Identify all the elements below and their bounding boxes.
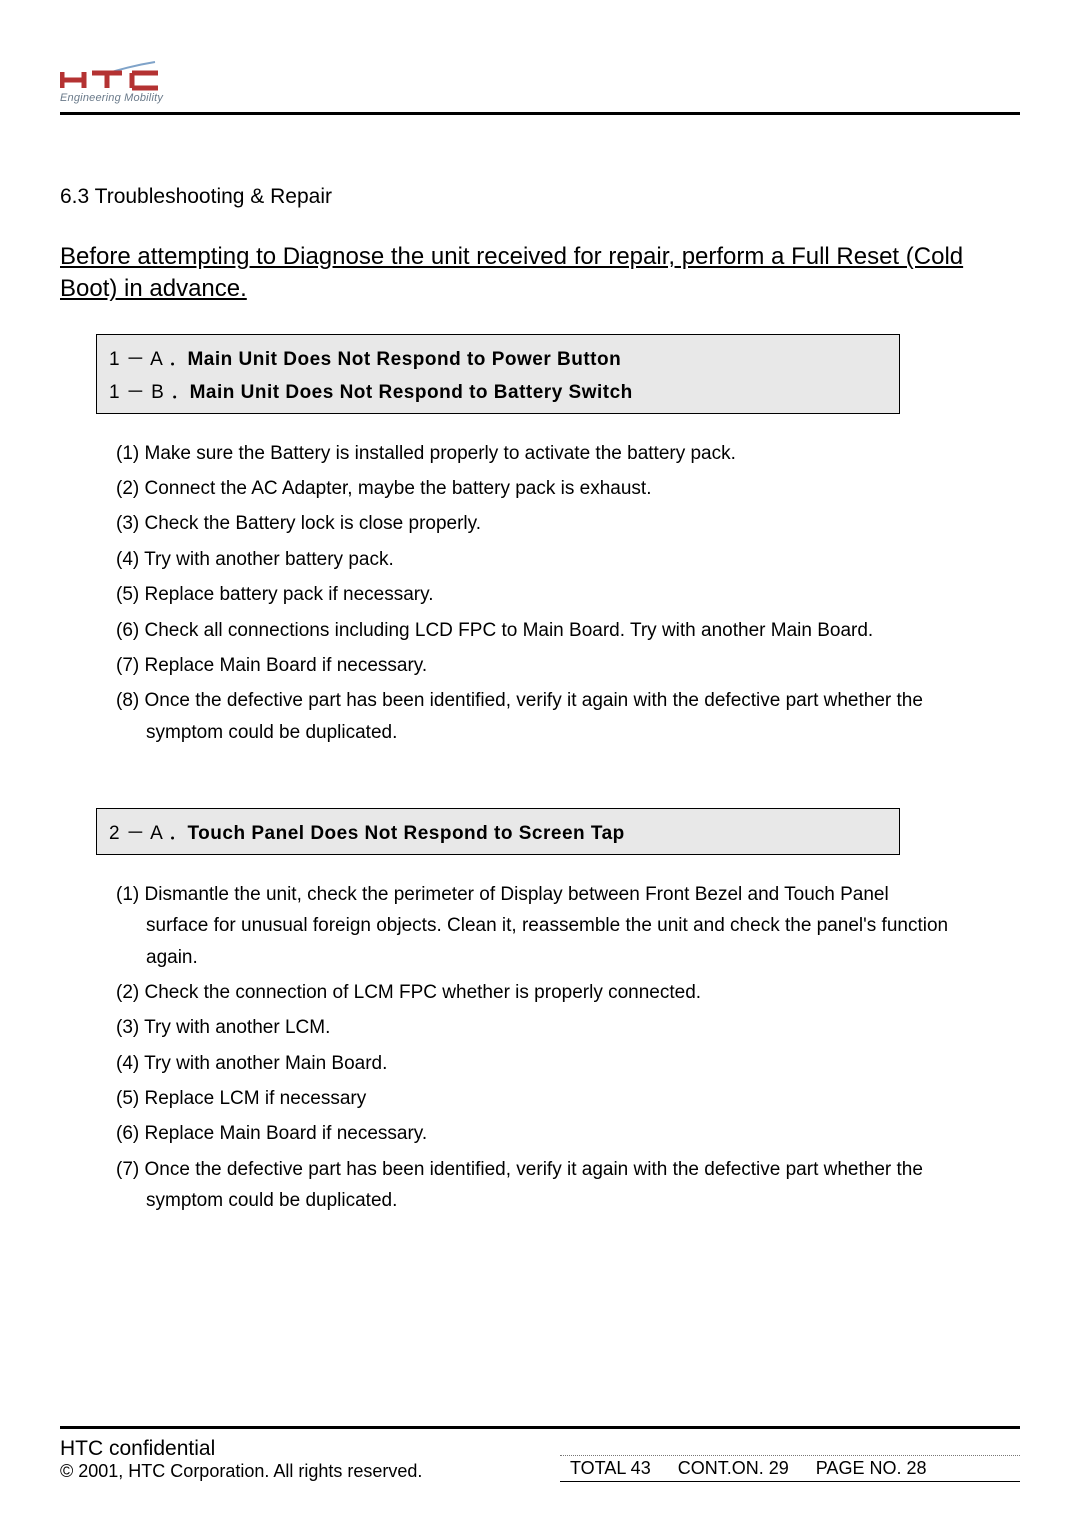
htc-logo-icon [60, 60, 180, 92]
footer-total: TOTAL 43 [570, 1458, 651, 1478]
issue-1b: 1 － B ．Main Unit Does Not Respond to Bat… [109, 374, 887, 407]
issue-box-2: 2 － A ．Touch Panel Does Not Respond to S… [96, 808, 900, 855]
list-item: (7) Once the defective part has been ide… [116, 1154, 950, 1217]
list-item: (3) Check the Battery lock is close prop… [116, 508, 950, 539]
footer-cont: CONT.ON. 29 [678, 1458, 789, 1478]
header-divider [60, 112, 1020, 115]
list-item: (3) Try with another LCM. [116, 1012, 950, 1043]
page-footer: HTC confidential © 2001, HTC Corporation… [60, 1426, 1020, 1482]
list-item: (7) Replace Main Board if necessary. [116, 650, 950, 681]
footer-confidential: HTC confidential [60, 1437, 422, 1461]
list-item: (4) Try with another Main Board. [116, 1048, 950, 1079]
issue-1a-title: Main Unit Does Not Respond to Power Butt… [187, 349, 621, 370]
steps-list-2: (1) Dismantle the unit, check the perime… [116, 879, 950, 1216]
list-item: (8) Once the defective part has been ide… [116, 685, 950, 748]
issue-1a: 1 － A ．Main Unit Does Not Respond to Pow… [109, 341, 887, 374]
footer-copyright: © 2001, HTC Corporation. All rights rese… [60, 1461, 422, 1482]
issue-2a: 2 － A ．Touch Panel Does Not Respond to S… [109, 815, 887, 848]
list-item: (5) Replace battery pack if necessary. [116, 579, 950, 610]
issue-1b-prefix: 1 － B ． [109, 382, 190, 403]
footer-divider [60, 1426, 1020, 1429]
footer-page: PAGE NO. 28 [816, 1458, 927, 1478]
list-item: (5) Replace LCM if necessary [116, 1083, 950, 1114]
logo-tagline: Engineering Mobility [60, 92, 1020, 104]
list-item: (6) Check all connections including LCD … [116, 615, 950, 646]
issue-1b-title: Main Unit Does Not Respond to Battery Sw… [190, 382, 633, 403]
steps-list-1: (1) Make sure the Battery is installed p… [116, 438, 950, 748]
issue-box-1: 1 － A ．Main Unit Does Not Respond to Pow… [96, 334, 900, 414]
list-item: (2) Check the connection of LCM FPC whet… [116, 977, 950, 1008]
issue-1a-prefix: 1 － A ． [109, 349, 187, 370]
issue-2a-prefix: 2 － A ． [109, 823, 187, 844]
issue-2a-title: Touch Panel Does Not Respond to Screen T… [187, 823, 624, 844]
list-item: (1) Make sure the Battery is installed p… [116, 438, 950, 469]
list-item: (2) Connect the AC Adapter, maybe the ba… [116, 473, 950, 504]
intro-text: Before attempting to Diagnose the unit r… [60, 241, 1020, 306]
list-item: (6) Replace Main Board if necessary. [116, 1118, 950, 1149]
footer-page-info: TOTAL 43 CONT.ON. 29 PAGE NO. 28 [560, 1455, 1020, 1482]
list-item: (4) Try with another battery pack. [116, 544, 950, 575]
list-item: (1) Dismantle the unit, check the perime… [116, 879, 950, 973]
section-title: 6.3 Troubleshooting & Repair [60, 185, 1020, 209]
logo: Engineering Mobility [60, 60, 1020, 104]
